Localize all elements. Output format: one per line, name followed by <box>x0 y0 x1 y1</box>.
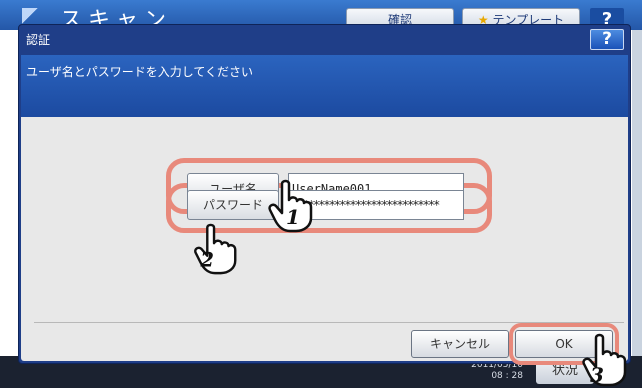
time-text: 08 : 28 <box>491 371 523 381</box>
scan-icon <box>22 8 46 24</box>
step-2-label: 2 <box>200 248 214 271</box>
step-3-label: 3 <box>590 363 604 387</box>
dialog-titlebar: 認証 ? <box>19 25 630 53</box>
dialog-message: ユーザ名とパスワードを入力してください <box>26 65 254 79</box>
side-panel <box>632 30 642 360</box>
pointing-hand-icon-2: 2 <box>194 223 237 275</box>
dialog-title: 認証 <box>26 33 51 47</box>
dialog-help-button[interactable]: ? <box>590 29 624 50</box>
dialog-message-bar: ユーザ名とパスワードを入力してください <box>21 55 628 117</box>
pointing-hand-icon-3: 3 <box>582 333 627 387</box>
cancel-button[interactable]: キャンセル <box>411 330 509 358</box>
pointing-hand-icon-1: 1 <box>268 179 313 233</box>
step-1-label: 1 <box>286 205 300 229</box>
